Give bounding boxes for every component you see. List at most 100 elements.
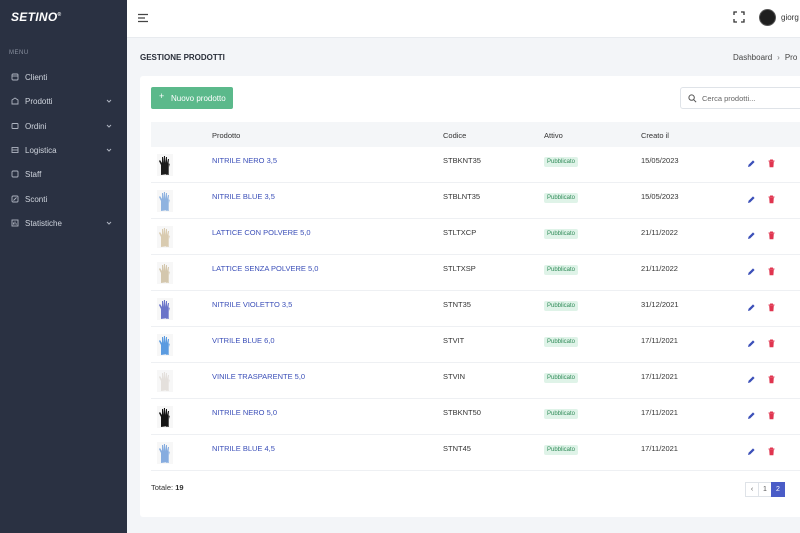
menu-title: MENU	[9, 50, 29, 56]
column-header-code[interactable]: Codice	[443, 131, 466, 140]
fullscreen-icon[interactable]	[733, 11, 745, 23]
edit-pencil-icon[interactable]	[747, 447, 756, 456]
table-row: VITRILE BLUE 6,0 STVIT Pubblicato 17/11/202…	[151, 327, 800, 363]
product-thumbnail[interactable]	[157, 190, 173, 212]
chevron-down-icon	[106, 124, 112, 128]
edit-pencil-icon[interactable]	[747, 303, 756, 312]
status-badge: Pubblicato	[544, 265, 579, 275]
product-thumbnail[interactable]	[157, 154, 173, 176]
sidebar-item-sconti[interactable]: Sconti	[0, 189, 127, 209]
chevron-down-icon	[106, 99, 112, 103]
table-row: NITRILE NERO 5,0 STBKNT50 Pubblicato 17/11/…	[151, 399, 800, 435]
breadcrumb: Dashboard › Pro	[733, 53, 797, 62]
sidebar: SETINO® MENU Clienti Prodotti Ordini Logist…	[0, 0, 127, 533]
edit-pencil-icon[interactable]	[747, 411, 756, 420]
search-icon	[688, 94, 697, 103]
product-thumbnail[interactable]	[157, 406, 173, 428]
status-badge: Pubblicato	[544, 193, 579, 203]
table-header: Prodotto Codice Attivo Creato il	[151, 122, 800, 147]
product-name-link[interactable]: NITRILE NERO 3,5	[212, 156, 277, 165]
delete-trash-icon[interactable]	[767, 195, 776, 204]
app-logo[interactable]: SETINO®	[11, 10, 61, 24]
sidebar-item-logistica[interactable]: Logistica	[0, 140, 127, 160]
table-row: VINILE TRASPARENTE 5,0 STVIN Pubblicato 17/…	[151, 363, 800, 399]
product-name-link[interactable]: NITRILE NERO 5,0	[212, 408, 277, 417]
product-code: STBLNT35	[443, 192, 481, 201]
created-date: 31/12/2021	[641, 300, 679, 309]
sidebar-item-statistiche[interactable]: Statistiche	[0, 213, 127, 233]
table-row: LATTICE CON POLVERE 5,0 STLTXCP Pubblicato…	[151, 219, 800, 255]
status-badge: Pubblicato	[544, 409, 579, 419]
pagination-page-2[interactable]: 2	[771, 482, 785, 497]
sidebar-item-prodotti[interactable]: Prodotti	[0, 91, 127, 111]
product-name-link[interactable]: NITRILE BLUE 3,5	[212, 192, 275, 201]
edit-pencil-icon[interactable]	[747, 159, 756, 168]
product-name-link[interactable]: LATTICE SENZA POLVERE 5,0	[212, 264, 318, 273]
staff-icon	[11, 170, 19, 178]
sidebar-item-label: Sconti	[25, 194, 48, 204]
sidebar-item-label: Staff	[25, 169, 42, 179]
delete-trash-icon[interactable]	[767, 339, 776, 348]
breadcrumb-current: Pro	[784, 53, 798, 62]
sidebar-item-label: Prodotti	[25, 96, 53, 106]
pagination-page-1[interactable]: 1	[758, 482, 772, 497]
product-code: STVIT	[443, 336, 465, 345]
delete-trash-icon[interactable]	[767, 375, 776, 384]
product-code: STVIN	[443, 372, 466, 381]
breadcrumb-dashboard[interactable]: Dashboard	[733, 53, 772, 62]
orders-icon	[11, 123, 19, 129]
table-row: NITRILE BLUE 4,5 STNT45 Pubblicato 17/11/20…	[151, 435, 800, 471]
edit-pencil-icon[interactable]	[747, 339, 756, 348]
page-title: GESTIONE PRODOTTI	[140, 53, 225, 62]
plus-icon: +	[159, 91, 165, 101]
created-date: 17/11/2021	[641, 408, 678, 417]
product-thumbnail[interactable]	[157, 334, 173, 356]
sidebar-item-clienti[interactable]: Clienti	[0, 67, 127, 87]
total-count: Totale: 19	[151, 483, 184, 492]
edit-pencil-icon[interactable]	[747, 267, 756, 276]
user-avatar[interactable]	[759, 9, 776, 26]
product-name-link[interactable]: LATTICE CON POLVERE 5,0	[212, 228, 311, 237]
edit-pencil-icon[interactable]	[747, 375, 756, 384]
delete-trash-icon[interactable]	[767, 231, 776, 240]
stats-icon	[11, 219, 19, 227]
chevron-down-icon	[106, 221, 112, 225]
product-name-link[interactable]: NITRILE VIOLETTO 3,5	[212, 300, 292, 309]
sidebar-item-ordini[interactable]: Ordini	[0, 116, 127, 136]
delete-trash-icon[interactable]	[767, 267, 776, 276]
sidebar-item-label: Clienti	[25, 72, 48, 82]
created-date: 21/11/2022	[641, 264, 678, 273]
status-badge: Pubblicato	[544, 229, 579, 239]
new-product-button[interactable]: + Nuovo prodotto	[151, 87, 233, 109]
delete-trash-icon[interactable]	[767, 159, 776, 168]
edit-pencil-icon[interactable]	[747, 195, 756, 204]
logistics-icon	[11, 147, 19, 153]
delete-trash-icon[interactable]	[767, 411, 776, 420]
product-name-link[interactable]: VITRILE BLUE 6,0	[212, 336, 275, 345]
hamburger-menu-icon[interactable]	[137, 12, 149, 24]
clients-icon	[11, 73, 19, 81]
edit-pencil-icon[interactable]	[747, 231, 756, 240]
product-thumbnail[interactable]	[157, 370, 173, 392]
product-thumbnail[interactable]	[157, 298, 173, 320]
column-header-created[interactable]: Creato il	[641, 131, 669, 140]
search-box[interactable]	[680, 87, 800, 109]
product-code: STNT45	[443, 444, 471, 453]
column-header-active[interactable]: Attivo	[544, 131, 563, 140]
sidebar-item-label: Ordini	[25, 121, 47, 131]
delete-trash-icon[interactable]	[767, 447, 776, 456]
product-thumbnail[interactable]	[157, 226, 173, 248]
product-thumbnail[interactable]	[157, 262, 173, 284]
sidebar-item-staff[interactable]: Staff	[0, 164, 127, 184]
username[interactable]: giorg	[781, 13, 799, 22]
status-badge: Pubblicato	[544, 373, 579, 383]
delete-trash-icon[interactable]	[767, 303, 776, 312]
column-header-product[interactable]: Prodotto	[212, 131, 240, 140]
status-badge: Pubblicato	[544, 445, 579, 455]
search-input[interactable]	[702, 92, 797, 105]
product-name-link[interactable]: NITRILE BLUE 4,5	[212, 444, 275, 453]
product-code: STLTXSP	[443, 264, 476, 273]
pagination-prev[interactable]: ‹	[745, 482, 759, 497]
product-thumbnail[interactable]	[157, 442, 173, 464]
product-name-link[interactable]: VINILE TRASPARENTE 5,0	[212, 372, 305, 381]
